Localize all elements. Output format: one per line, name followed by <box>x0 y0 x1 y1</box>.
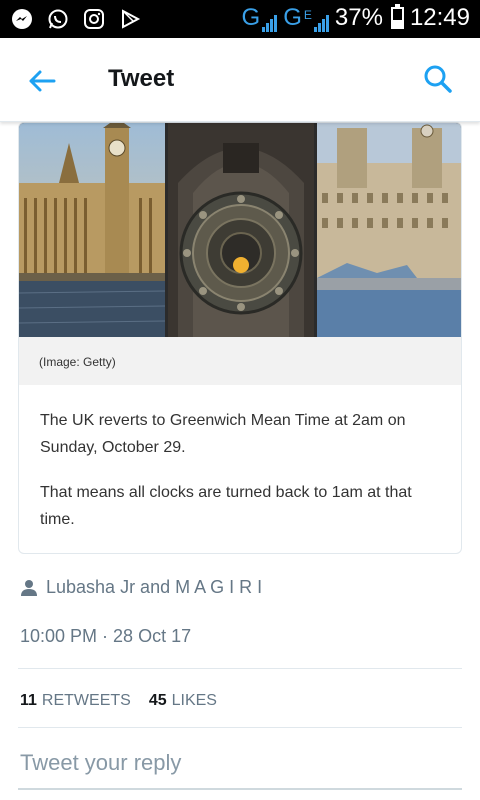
image-caption-bar: (Image: Getty) <box>19 337 461 385</box>
search-icon <box>424 65 452 93</box>
notification-icons <box>10 7 142 31</box>
card-body: The UK reverts to Greenwich Mean Time at… <box>40 407 450 551</box>
westminster-photo <box>19 123 165 337</box>
status-indicators: G G E 37% 12:49 <box>242 4 470 32</box>
play-store-icon <box>118 7 142 31</box>
network-indicator-1: G <box>242 4 278 32</box>
clock-photo <box>168 123 314 337</box>
divider <box>18 727 462 728</box>
arrow-left-icon <box>29 70 56 92</box>
reply-input[interactable]: Tweet your reply <box>20 750 181 776</box>
signal-bars-icon <box>313 14 329 32</box>
instagram-icon <box>82 7 106 31</box>
tweet-stats: 11 RETWEETS 45 LIKES <box>20 692 217 710</box>
image-caption: (Image: Getty) <box>39 355 116 369</box>
link-card[interactable]: (Image: Getty) The UK reverts to Greenwi… <box>18 122 462 554</box>
status-bar: G G E 37% 12:49 <box>0 0 480 38</box>
tweet-timestamp: 10:00 PM · 28 Oct 17 <box>20 626 192 646</box>
divider <box>18 668 462 669</box>
social-context-text: Lubasha Jr and M A G I R I <box>46 577 263 597</box>
search-button[interactable] <box>422 63 454 95</box>
clock: 12:49 <box>409 4 470 31</box>
card-paragraph: That means all clocks are turned back to… <box>40 484 412 528</box>
page-title: Tweet <box>108 65 175 92</box>
liverpool-photo <box>317 123 461 337</box>
network-indicator-2: G E <box>283 4 329 32</box>
back-button[interactable] <box>24 63 60 99</box>
likes-stat[interactable]: 45 LIKES <box>149 692 217 710</box>
battery-percent: 37% <box>334 4 383 31</box>
card-paragraph: The UK reverts to Greenwich Mean Time at… <box>40 412 406 456</box>
social-context[interactable]: Lubasha Jr and M A G I R I <box>20 577 262 598</box>
messenger-icon <box>10 7 34 31</box>
battery-icon <box>390 4 404 29</box>
app-bar: Tweet <box>0 38 480 122</box>
reply-underline <box>18 788 462 790</box>
retweets-stat[interactable]: 11 RETWEETS <box>20 692 131 710</box>
person-icon <box>21 579 37 596</box>
card-image[interactable] <box>19 123 461 337</box>
whatsapp-icon <box>46 7 70 31</box>
signal-bars-icon <box>262 14 278 32</box>
